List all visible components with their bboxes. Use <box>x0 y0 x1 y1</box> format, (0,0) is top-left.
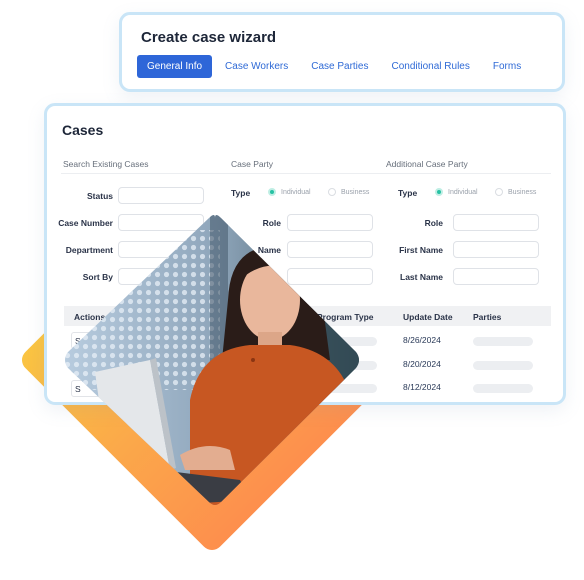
photo-woman-laptop <box>65 215 359 505</box>
